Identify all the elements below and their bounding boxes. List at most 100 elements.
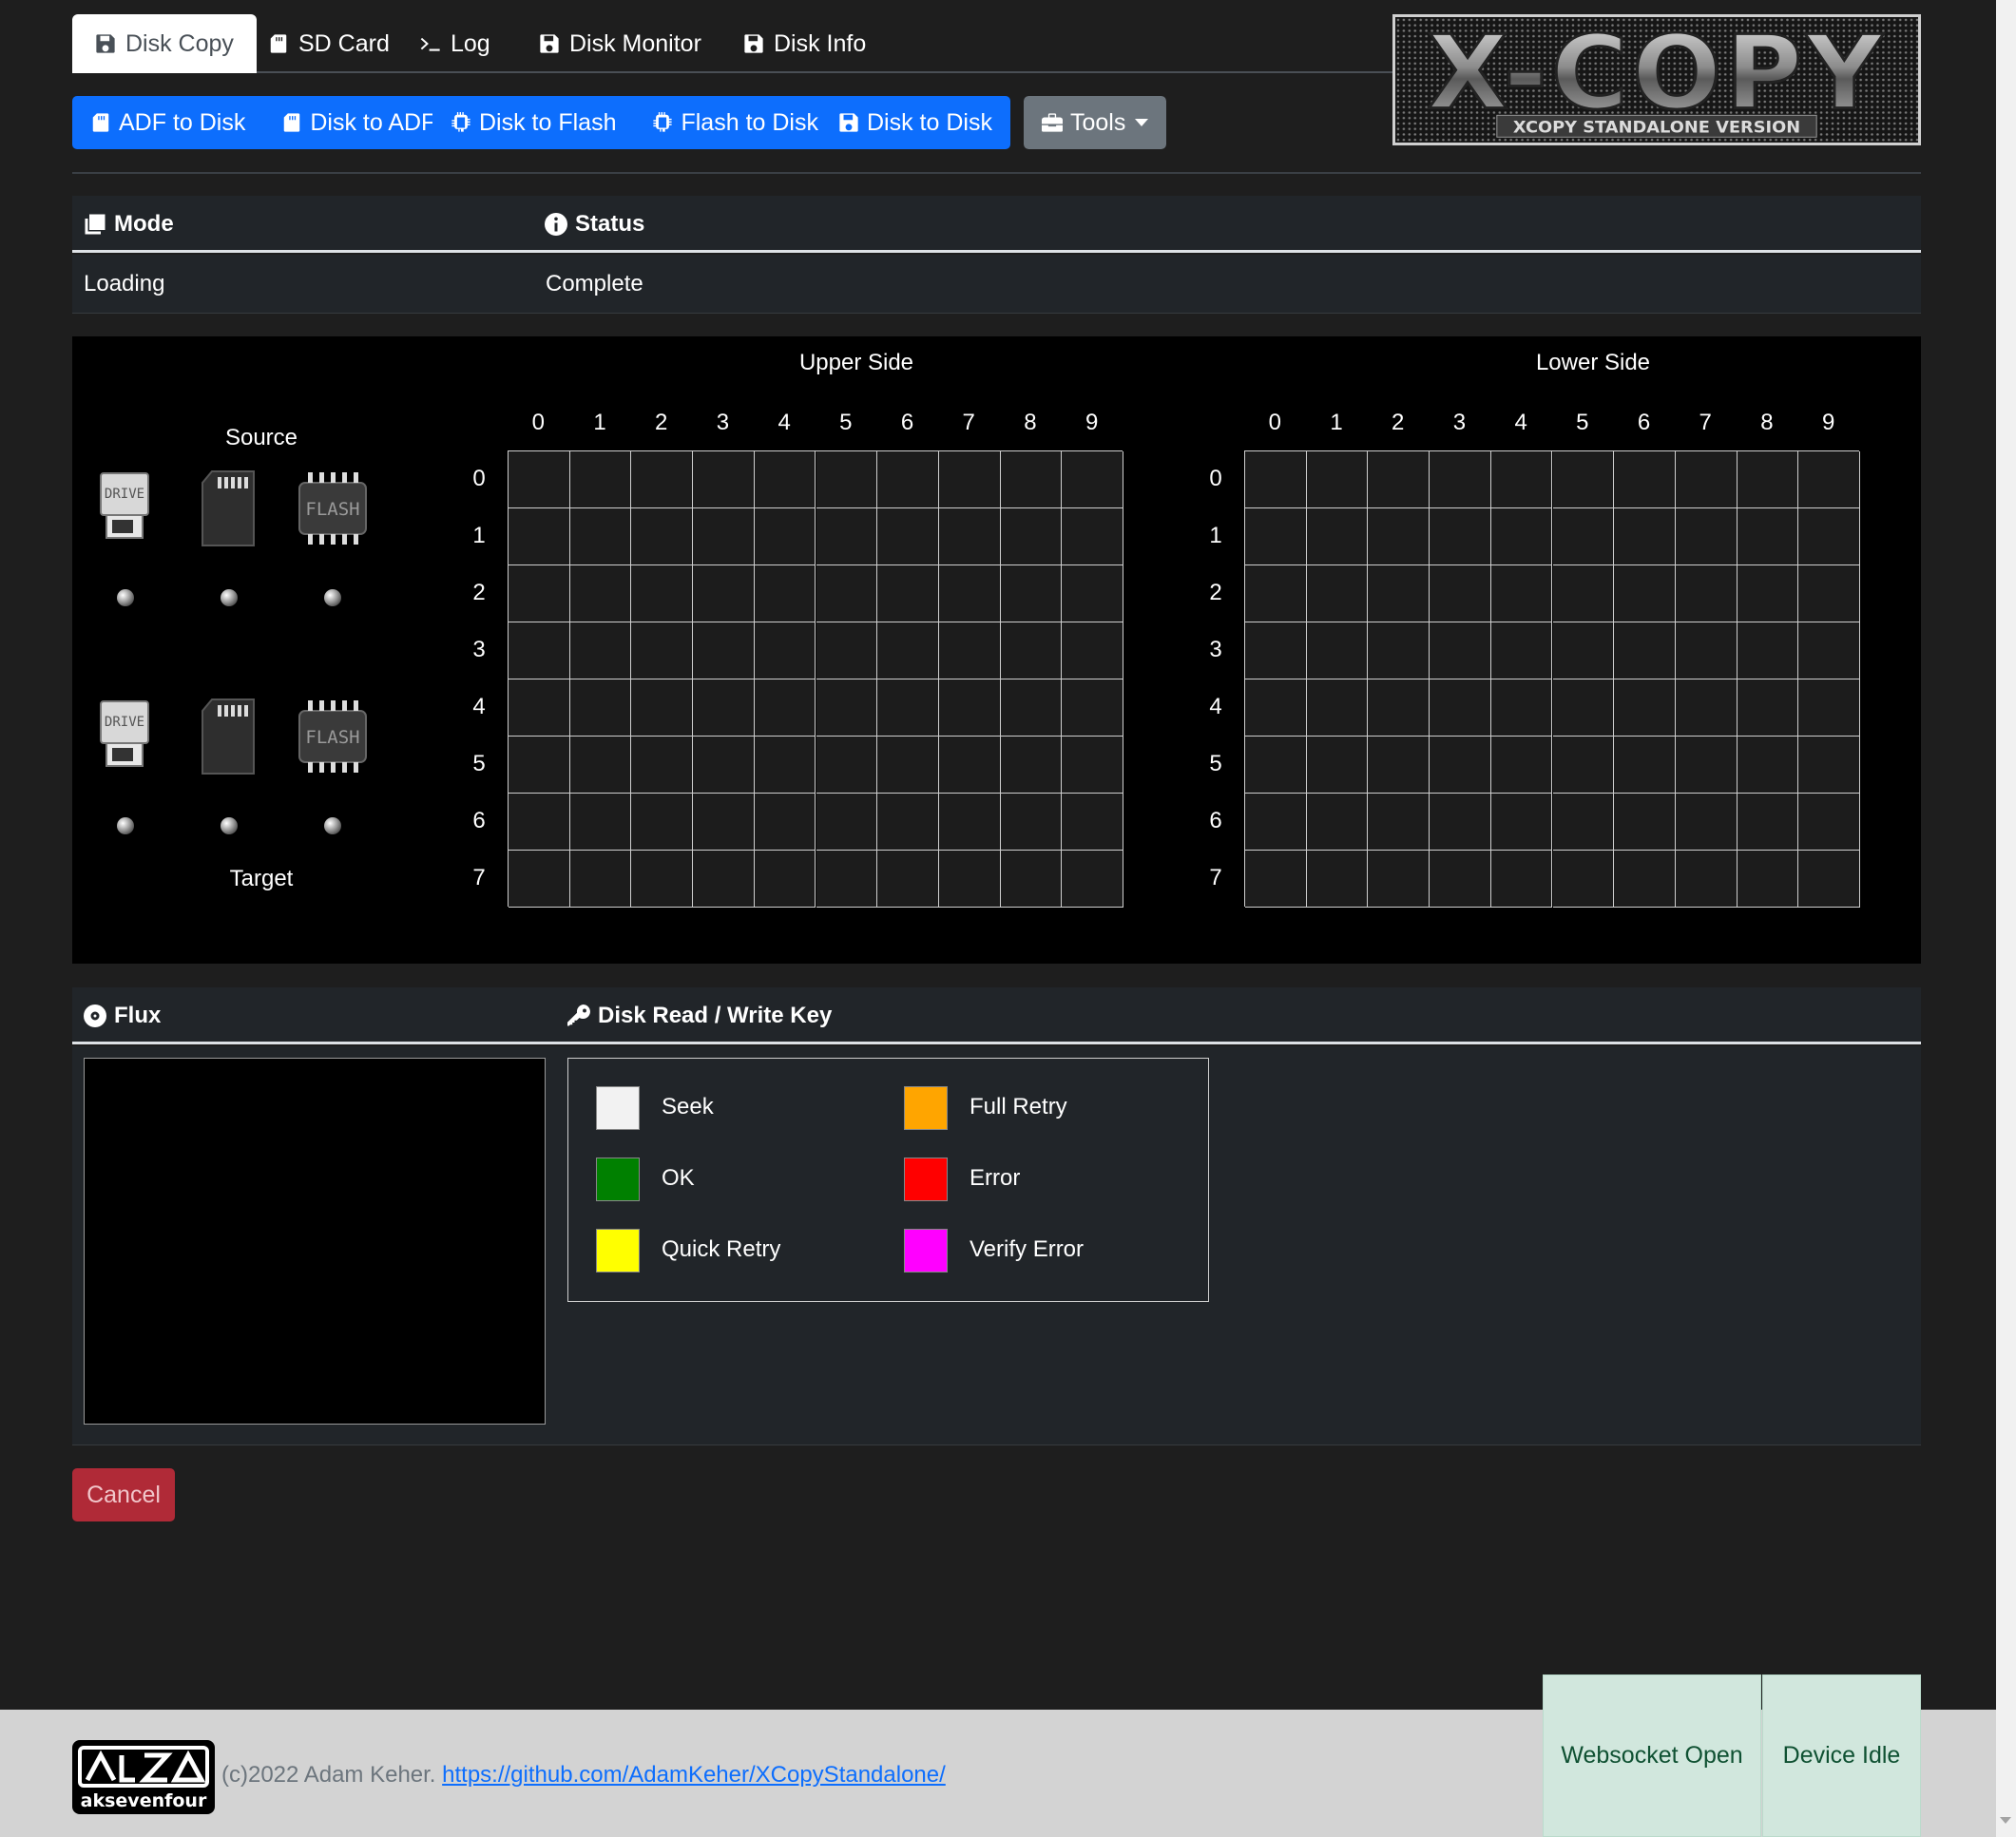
track-cell <box>938 451 1001 508</box>
track-cell <box>1000 737 1063 794</box>
cancel-button[interactable]: Cancel <box>72 1468 175 1521</box>
track-cell <box>1552 737 1615 794</box>
upper-side-grid <box>508 450 1123 908</box>
source-flash-icon[interactable]: FLASH <box>296 469 370 554</box>
key-label-error: Error <box>970 1165 1021 1191</box>
track-cell <box>631 679 694 737</box>
tools-dropdown-button[interactable]: Tools <box>1024 96 1167 149</box>
aksevenfour-logo: aksevenfour <box>72 1740 215 1814</box>
track-cell <box>816 679 878 737</box>
lower-side-label: Lower Side <box>1535 350 1651 375</box>
tab-disk-copy[interactable]: Disk Copy <box>72 14 257 73</box>
track-cell <box>1430 508 1491 565</box>
track-cell <box>754 451 816 508</box>
key-label-quick-retry: Quick Retry <box>662 1236 781 1262</box>
track-cell <box>1368 679 1430 737</box>
key-swatch-error <box>904 1158 948 1201</box>
svg-text:DRIVE: DRIVE <box>105 487 144 502</box>
source-drive-led <box>117 589 134 606</box>
track-cell <box>1737 565 1799 622</box>
source-flash-led <box>324 589 341 606</box>
track-cell <box>569 451 632 508</box>
upper-row-label: 6 <box>472 808 486 833</box>
track-cell <box>877 737 939 794</box>
track-cell <box>569 565 632 622</box>
track-cell <box>1737 622 1799 679</box>
track-cell <box>1306 794 1369 851</box>
track-cell <box>1062 679 1123 737</box>
track-cell <box>1000 622 1063 679</box>
lower-side-grid <box>1244 450 1860 908</box>
track-cell <box>1490 451 1553 508</box>
track-cell <box>1430 679 1491 737</box>
disk-to-disk-button[interactable]: Disk to Disk <box>820 96 1010 149</box>
target-flash-icon[interactable]: FLASH <box>296 698 370 782</box>
track-cell <box>693 794 755 851</box>
track-cell <box>1368 508 1430 565</box>
upper-col-label: 8 <box>1024 410 1037 435</box>
disk-to-flash-label: Disk to Flash <box>479 108 617 136</box>
track-cell <box>509 679 570 737</box>
track-cell <box>754 737 816 794</box>
lower-row-label: 1 <box>1209 523 1222 548</box>
track-cell <box>693 851 755 908</box>
track-cell <box>877 794 939 851</box>
tab-label: Disk Copy <box>125 29 234 57</box>
target-flash-led <box>324 817 341 834</box>
tab-log[interactable]: Log <box>397 14 513 73</box>
source-sd-card-icon[interactable] <box>199 469 258 554</box>
tab-label: Log <box>451 29 490 57</box>
source-drive-icon[interactable]: DRIVE <box>97 469 152 546</box>
disk-to-flash-button[interactable]: Disk to Flash <box>432 96 635 149</box>
lower-row-label: 6 <box>1209 808 1222 833</box>
track-cell <box>1614 451 1676 508</box>
flux-header: Flux <box>84 987 161 1044</box>
track-cell <box>509 508 570 565</box>
disk-panel: Source Target Upper Side Lower Side 0 1 2 3… <box>72 336 1921 964</box>
target-sd-card-icon[interactable] <box>199 698 258 782</box>
track-cell <box>1306 851 1369 908</box>
tools-label: Tools <box>1070 108 1126 136</box>
tab-disk-info[interactable]: Disk Info <box>720 14 889 73</box>
track-cell <box>1368 851 1430 908</box>
track-cell <box>1798 508 1860 565</box>
track-cell <box>1245 565 1307 622</box>
scrollbar[interactable] <box>1996 0 2016 1837</box>
disk-to-adf-button[interactable]: Disk to ADF <box>263 96 454 149</box>
track-cell <box>569 794 632 851</box>
tab-label: Disk Info <box>774 29 867 57</box>
info-icon <box>545 213 567 236</box>
upper-col-label: 0 <box>531 410 546 435</box>
track-cell <box>631 565 694 622</box>
track-cell <box>1430 737 1491 794</box>
tab-sd-card[interactable]: SD Card <box>245 14 413 73</box>
upper-row-label: 1 <box>472 523 486 548</box>
adf-to-disk-label: ADF to Disk <box>119 108 246 136</box>
track-cell <box>1675 794 1738 851</box>
tab-label: SD Card <box>298 29 390 57</box>
track-cell <box>816 622 878 679</box>
track-cell <box>1062 851 1123 908</box>
track-cell <box>631 451 694 508</box>
target-drive-icon[interactable]: DRIVE <box>97 698 152 775</box>
scroll-down-icon[interactable] <box>2000 1817 2011 1824</box>
read-write-key: Seek OK Quick Retry Full Retry Error Ver… <box>567 1058 1209 1302</box>
track-cell <box>1490 622 1553 679</box>
logo-subtitle: XCOPY STANDALONE VERSION <box>1513 119 1800 138</box>
track-cell <box>1368 451 1430 508</box>
track-cell <box>1430 794 1491 851</box>
track-cell <box>1614 622 1676 679</box>
track-cell <box>1062 737 1123 794</box>
upper-col-label: 3 <box>716 410 730 435</box>
disk-to-adf-label: Disk to ADF <box>310 108 436 136</box>
track-cell <box>631 622 694 679</box>
flash-to-disk-button[interactable]: Flash to Disk <box>634 96 836 149</box>
track-cell <box>1798 851 1860 908</box>
tab-disk-monitor[interactable]: Disk Monitor <box>516 14 724 73</box>
track-cell <box>693 622 755 679</box>
github-link[interactable]: https://github.com/AdamKeher/XCopyStanda… <box>442 1762 946 1788</box>
key-swatch-seek <box>596 1086 640 1130</box>
track-cell <box>1490 508 1553 565</box>
upper-col-label: 5 <box>839 410 853 435</box>
adf-to-disk-button[interactable]: ADF to Disk <box>72 96 264 149</box>
